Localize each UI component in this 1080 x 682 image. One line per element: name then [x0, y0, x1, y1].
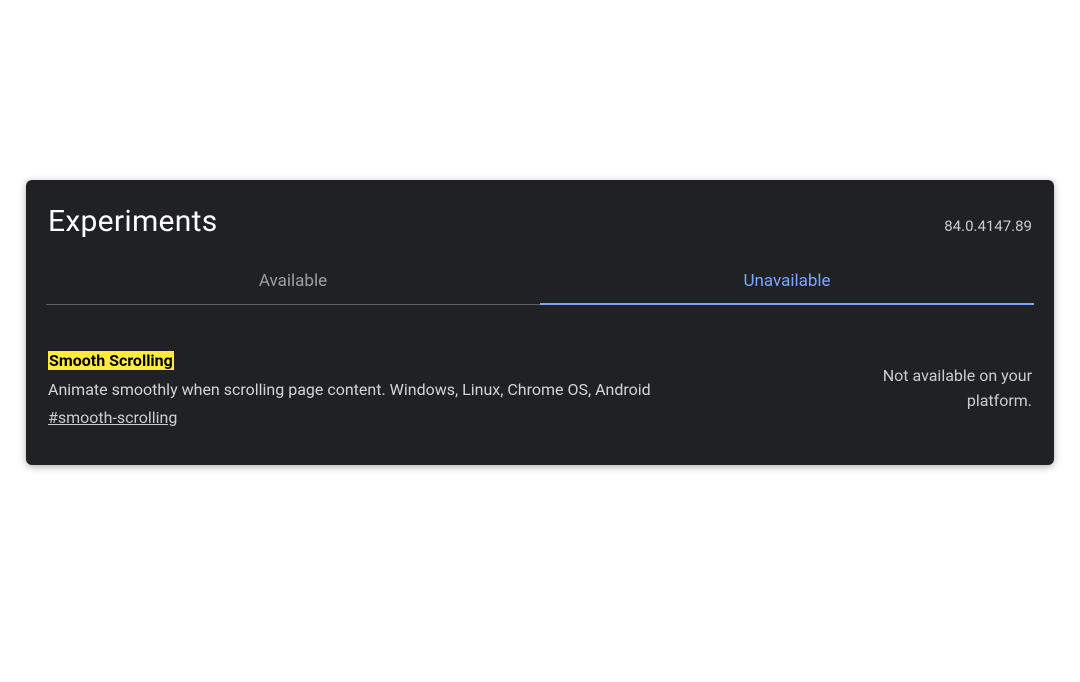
tab-available[interactable]: Available	[46, 257, 540, 305]
flag-details: Smooth Scrolling Animate smoothly when s…	[48, 351, 812, 427]
tabs: Available Unavailable	[46, 257, 1034, 305]
version-label: 84.0.4147.89	[944, 217, 1032, 235]
experiments-panel: Experiments 84.0.4147.89 Available Unava…	[26, 180, 1054, 465]
flag-description: Animate smoothly when scrolling page con…	[48, 378, 812, 402]
flag-row: Smooth Scrolling Animate smoothly when s…	[46, 305, 1034, 437]
flag-status: Not available on your platform.	[842, 364, 1032, 414]
page-title: Experiments	[48, 204, 218, 239]
flag-hash-link[interactable]: #smooth-scrolling	[48, 408, 177, 427]
tab-unavailable[interactable]: Unavailable	[540, 257, 1034, 305]
header-row: Experiments 84.0.4147.89	[46, 198, 1034, 257]
flag-title: Smooth Scrolling	[48, 351, 174, 370]
page-container: Experiments 84.0.4147.89 Available Unava…	[0, 0, 1080, 682]
